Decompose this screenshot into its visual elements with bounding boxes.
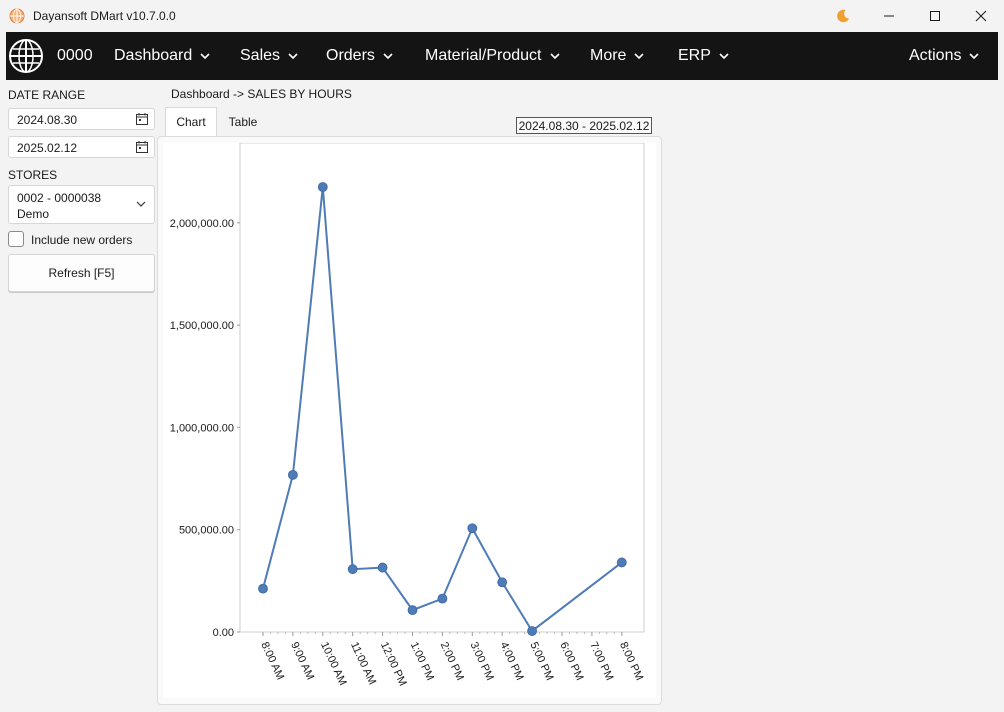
- minimize-button[interactable]: [866, 0, 912, 32]
- chevron-down-icon: [383, 52, 393, 59]
- date-from-value: 2024.08.30: [17, 113, 78, 127]
- data-point: [258, 583, 268, 594]
- chevron-down-icon: [288, 52, 298, 59]
- y-tick-label: 0.00: [213, 627, 234, 639]
- breadcrumb: Dashboard -> SALES BY HOURS: [171, 87, 352, 101]
- data-point: [377, 562, 388, 573]
- date-to-value: 2025.02.12: [17, 141, 78, 155]
- date-range-label: DATE RANGE: [8, 88, 86, 102]
- title-bar: Dayansoft DMart v10.7.0.0: [0, 0, 1004, 32]
- window-title: Dayansoft DMart v10.7.0.0: [33, 9, 176, 23]
- chevron-down-icon: [549, 52, 560, 59]
- data-point: [527, 626, 538, 636]
- data-point: [287, 469, 298, 480]
- menu-sales[interactable]: Sales: [240, 32, 298, 80]
- menu-erp[interactable]: ERP: [678, 32, 729, 80]
- data-point: [497, 577, 508, 588]
- refresh-button[interactable]: Refresh [F5]: [8, 254, 155, 292]
- menu-material-product[interactable]: Material/Product: [425, 32, 560, 80]
- main-menu-bar: 0000 Dashboard Sales Orders Material/Pro…: [6, 32, 998, 80]
- data-point: [407, 605, 418, 616]
- date-from-picker[interactable]: 2024.08.30: [8, 108, 155, 130]
- close-button[interactable]: [958, 0, 1004, 32]
- date-to-picker[interactable]: 2025.02.12: [8, 136, 155, 158]
- data-point: [467, 523, 478, 534]
- tab-table[interactable]: Table: [219, 107, 267, 136]
- chevron-down-icon: [719, 52, 729, 59]
- data-point: [317, 182, 328, 192]
- y-tick-label: 500,000.00: [179, 525, 234, 537]
- menu-label: More: [590, 47, 627, 64]
- data-point: [347, 564, 358, 575]
- menu-label: Orders: [326, 47, 375, 64]
- moon-icon: [837, 9, 849, 23]
- chevron-down-icon: [634, 52, 645, 59]
- y-tick-label: 1,500,000.00: [170, 320, 234, 332]
- sales-by-hours-chart: 0.00 500,000.00 1,000,000.00 1,500,000.00 2,…: [163, 143, 656, 698]
- store-selected-line1: 0002 - 0000038: [17, 191, 102, 205]
- chevron-down-icon: [136, 201, 146, 207]
- data-point: [616, 557, 627, 568]
- globe-logo-icon[interactable]: [8, 38, 44, 74]
- plot-area: [239, 143, 645, 633]
- data-point: [437, 593, 448, 604]
- stores-dropdown[interactable]: 0002 - 0000038 Demo: [8, 185, 155, 224]
- menu-label: Dashboard: [114, 47, 193, 64]
- menu-orders[interactable]: Orders: [326, 32, 393, 80]
- store-selected-line2: Demo: [17, 207, 50, 221]
- date-range-badge: 2024.08.30 - 2025.02.12: [516, 117, 652, 134]
- menu-label: ERP: [678, 47, 711, 64]
- app-logo-icon: [9, 8, 25, 24]
- close-icon: [975, 10, 987, 22]
- y-tick-label: 2,000,000.00: [170, 218, 234, 230]
- calendar-icon[interactable]: [136, 141, 148, 153]
- menu-label: Actions: [909, 47, 962, 64]
- menu-more[interactable]: More: [590, 32, 645, 80]
- tab-chart[interactable]: Chart: [165, 107, 217, 136]
- theme-toggle-button[interactable]: [820, 0, 866, 32]
- minimize-icon: [884, 15, 894, 17]
- menu-label: Sales: [240, 47, 281, 64]
- menu-dashboard[interactable]: Dashboard: [114, 32, 210, 80]
- calendar-icon[interactable]: [136, 113, 148, 125]
- chevron-down-icon: [969, 52, 980, 59]
- y-tick-label: 1,000,000.00: [170, 422, 234, 434]
- include-new-orders-label: Include new orders: [31, 233, 133, 247]
- include-new-orders-checkbox[interactable]: [8, 231, 24, 247]
- menu-actions[interactable]: Actions: [909, 32, 980, 80]
- chevron-down-icon: [200, 52, 210, 59]
- store-code[interactable]: 0000: [57, 32, 93, 80]
- stores-label: STORES: [8, 168, 58, 182]
- maximize-icon: [930, 11, 940, 21]
- menu-label: Material/Product: [425, 47, 542, 64]
- maximize-button[interactable]: [912, 0, 958, 32]
